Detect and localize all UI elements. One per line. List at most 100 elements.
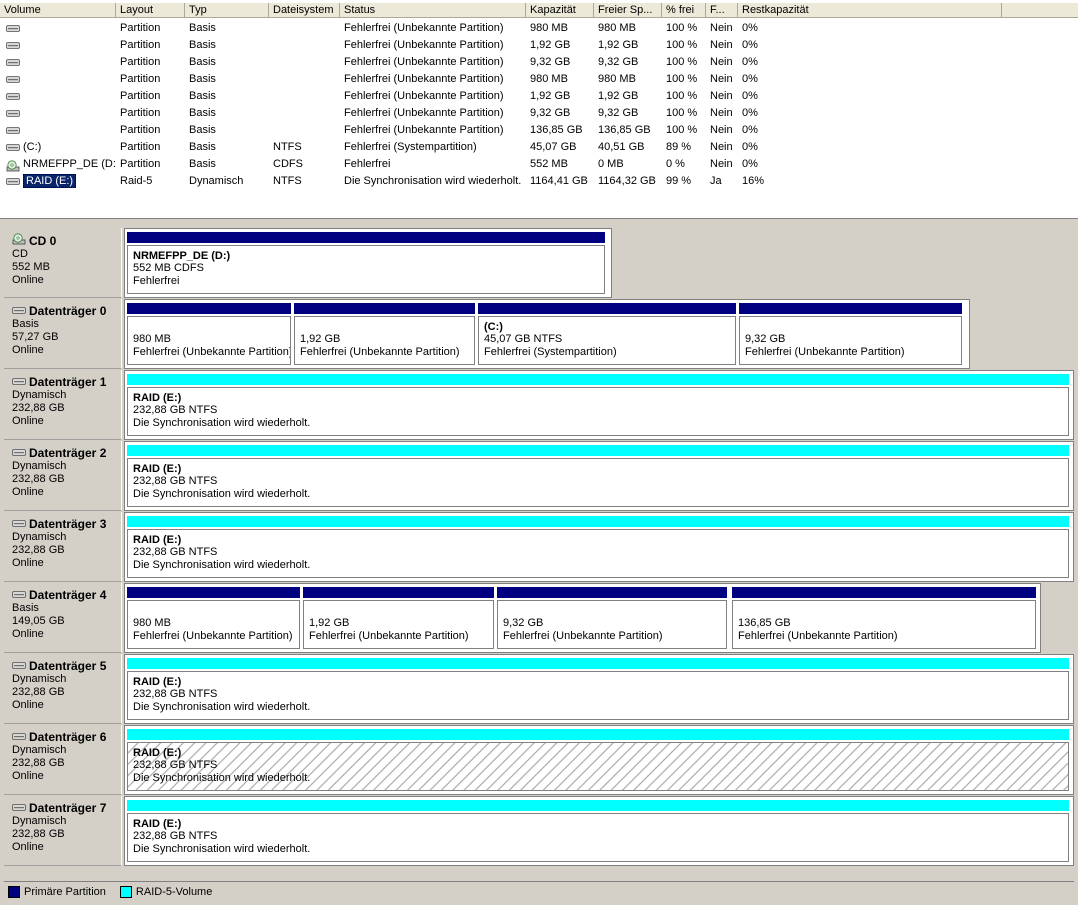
volume-row[interactable]: Partition Basis Fehlerfrei (Unbekannte Par… — [0, 105, 1078, 122]
cd-icon — [12, 233, 26, 248]
partition-name: NRMEFPP_DE (D:) — [133, 250, 231, 262]
primary-partition-swatch — [8, 885, 20, 898]
disk-title: Datenträger 7 — [12, 801, 121, 815]
volume-cell-type: Basis — [189, 158, 216, 170]
disk-type: Dynamisch — [12, 815, 67, 827]
partition-block[interactable]: RAID (E:) 232,88 GB NTFS Die Synchronisati… — [127, 658, 1069, 720]
volume-row[interactable]: Partition Basis Fehlerfrei (Unbekannte Par… — [0, 54, 1078, 71]
partition-block[interactable]: 1,92 GB Fehlerfrei (Unbekannte Partition) — [294, 303, 475, 365]
column-header-6[interactable]: Freier Sp... — [594, 3, 662, 18]
disk-name: Datenträger 0 — [29, 304, 107, 318]
partition-block[interactable]: RAID (E:) 232,88 GB NTFS Die Synchronisati… — [127, 445, 1069, 507]
partition-block[interactable]: RAID (E:) 232,88 GB NTFS Die Synchronisati… — [127, 800, 1069, 862]
column-header-1[interactable]: Layout — [116, 3, 185, 18]
cd-icon — [6, 159, 20, 171]
volume-cell-pct: 100 % — [666, 107, 698, 119]
volume-row[interactable]: Partition Basis Fehlerfrei (Unbekannte Par… — [0, 20, 1078, 37]
disk-label[interactable]: Datenträger 5 Dynamisch 232,88 GB Online — [4, 654, 122, 724]
column-header-2[interactable]: Typ — [185, 3, 269, 18]
partition-info: NRMEFPP_DE (D:) 552 MB CDFS Fehlerfrei — [127, 245, 605, 294]
partition-info: 980 MB Fehlerfrei (Unbekannte Partition) — [127, 600, 300, 649]
disk-icon — [6, 75, 20, 84]
raid5-color-bar — [127, 800, 1069, 811]
legend-item: Primäre Partition — [8, 885, 106, 898]
partition-name — [300, 321, 469, 333]
column-header-3[interactable]: Dateisystem — [269, 3, 340, 18]
disk-label[interactable]: Datenträger 1 Dynamisch 232,88 GB Online — [4, 370, 122, 440]
column-header-8[interactable]: F... — [706, 3, 738, 18]
disk-row: Datenträger 1 Dynamisch 232,88 GB Online RAI… — [4, 370, 1074, 440]
disk-label[interactable]: Datenträger 6 Dynamisch 232,88 GB Online — [4, 725, 122, 795]
volume-cell-pct: 100 % — [666, 90, 698, 102]
disk-title: Datenträger 3 — [12, 517, 121, 531]
disk-type: CD — [12, 248, 28, 260]
column-header-7[interactable]: % frei — [662, 3, 706, 18]
column-header-9[interactable]: Restkapazität — [738, 3, 1002, 18]
volume-cell-rest: 0% — [742, 22, 758, 34]
volume-cell-fs: NTFS — [273, 175, 302, 187]
volume-row[interactable]: NRMEFPP_DE (D:) Partition Basis CDFS Fehlerf… — [0, 156, 1078, 173]
volume-row[interactable]: Partition Basis Fehlerfrei (Unbekannte Par… — [0, 122, 1078, 139]
disk-label[interactable]: Datenträger 0 Basis 57,27 GB Online — [4, 299, 122, 369]
volume-cell-name: RAID (E:) — [0, 173, 116, 190]
column-header-5[interactable]: Kapazität — [526, 3, 594, 18]
partition-block[interactable]: RAID (E:) 232,88 GB NTFS Die Synchronisati… — [127, 729, 1069, 791]
volume-cell-fs — [269, 71, 340, 88]
disk-title: Datenträger 2 — [12, 446, 121, 460]
partition-block[interactable]: 980 MB Fehlerfrei (Unbekannte Partition) — [127, 303, 291, 365]
disk-label[interactable]: Datenträger 4 Basis 149,05 GB Online — [4, 583, 122, 653]
partition-block[interactable]: RAID (E:) 232,88 GB NTFS Die Synchronisati… — [127, 374, 1069, 436]
volume-cell-free: 1164,32 GB — [598, 175, 656, 187]
disk-title: CD 0 — [12, 233, 121, 248]
disk-row: Datenträger 5 Dynamisch 232,88 GB Online RAI… — [4, 654, 1074, 724]
disk-row: Datenträger 4 Basis 149,05 GB Online 980 MB… — [4, 583, 1074, 653]
volume-cell-layout: Partition — [120, 141, 161, 153]
volume-cell-ft: Nein — [710, 107, 733, 119]
volume-cell-type: Basis — [189, 73, 216, 85]
disk-row: CD 0 CD 552 MB Online NRMEFPP_DE (D:) 552 MB … — [4, 228, 1074, 298]
volume-row[interactable]: Partition Basis Fehlerfrei (Unbekannte Par… — [0, 88, 1078, 105]
disk-state: Online — [12, 415, 44, 427]
volume-cell-name: (C:) — [0, 139, 116, 156]
partition-block[interactable]: RAID (E:) 232,88 GB NTFS Die Synchronisati… — [127, 516, 1069, 578]
volume-cell-ft: Nein — [710, 73, 733, 85]
volume-row[interactable]: Partition Basis Fehlerfrei (Unbekannte Par… — [0, 71, 1078, 88]
disk-icon — [12, 446, 26, 460]
disk-type: Dynamisch — [12, 673, 67, 685]
disk-label[interactable]: Datenträger 2 Dynamisch 232,88 GB Online — [4, 441, 122, 511]
disk-size: 232,88 GB — [12, 402, 65, 414]
disk-size: 149,05 GB — [12, 615, 65, 627]
disk-state: Online — [12, 628, 44, 640]
legend-label: RAID-5-Volume — [135, 885, 213, 898]
partition-status: Fehlerfrei (Unbekannte Partition) — [133, 346, 291, 358]
volume-cell-layout: Partition — [120, 90, 161, 102]
disk-icon — [6, 24, 20, 33]
partition-block[interactable]: 136,85 GB Fehlerfrei (Unbekannte Partitio… — [732, 587, 1036, 649]
partition-block[interactable]: (C:) 45,07 GB NTFS Fehlerfrei (Systemparti… — [478, 303, 736, 365]
disk-row: Datenträger 0 Basis 57,27 GB Online 980 MB F… — [4, 299, 1074, 369]
volume-list[interactable]: Volume Layout Typ Dateisystem Status Kapazitä… — [0, 0, 1078, 219]
partition-info: 9,32 GB Fehlerfrei (Unbekannte Partition) — [739, 316, 962, 365]
volume-cell-fs: NTFS — [273, 141, 302, 153]
primary-color-bar — [303, 587, 494, 598]
partition-block[interactable]: 980 MB Fehlerfrei (Unbekannte Partition) — [127, 587, 300, 649]
disk-type: Dynamisch — [12, 460, 67, 472]
column-header-0[interactable]: Volume — [0, 3, 116, 18]
volume-row[interactable]: (C:) Partition Basis NTFS Fehlerfrei (System… — [0, 139, 1078, 156]
disk-state: Online — [12, 699, 44, 711]
volume-cell-status: Fehlerfrei (Unbekannte Partition) — [344, 56, 504, 68]
partition-block[interactable]: NRMEFPP_DE (D:) 552 MB CDFS Fehlerfrei — [127, 232, 605, 294]
volume-cell-type: Basis — [189, 124, 216, 136]
disk-label[interactable]: Datenträger 7 Dynamisch 232,88 GB Online — [4, 796, 122, 866]
volume-row[interactable]: RAID (E:) Raid-5 Dynamisch NTFS Die Synchron… — [0, 173, 1078, 190]
partition-block[interactable]: 9,32 GB Fehlerfrei (Unbekannte Partition) — [739, 303, 962, 365]
disk-label[interactable]: CD 0 CD 552 MB Online — [4, 228, 122, 298]
volume-row[interactable]: Partition Basis Fehlerfrei (Unbekannte Par… — [0, 37, 1078, 54]
volume-cell-name — [0, 20, 116, 37]
partition-block[interactable]: 9,32 GB Fehlerfrei (Unbekannte Partition) — [497, 587, 727, 649]
column-header-4[interactable]: Status — [340, 3, 526, 18]
partition-block[interactable]: 1,92 GB Fehlerfrei (Unbekannte Partition) — [303, 587, 494, 649]
volume-cell-capacity: 9,32 GB — [530, 56, 571, 68]
volume-cell-rest: 0% — [742, 39, 758, 51]
disk-label[interactable]: Datenträger 3 Dynamisch 232,88 GB Online — [4, 512, 122, 582]
